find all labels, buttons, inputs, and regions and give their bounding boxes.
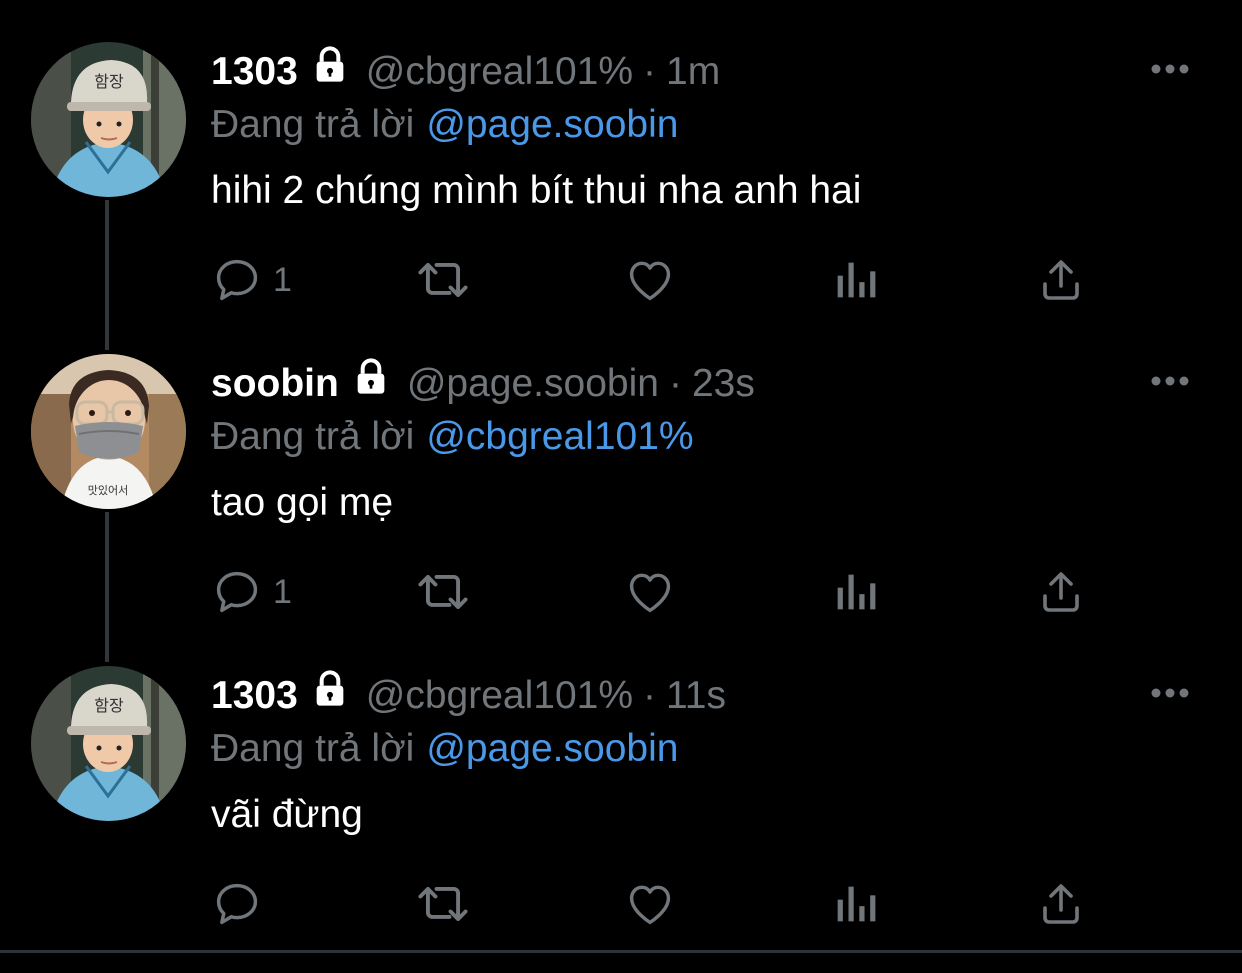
replying-to: Đang trả lời @page.soobin xyxy=(211,724,1222,774)
lock-icon xyxy=(310,45,350,95)
separator-dot: · xyxy=(643,50,657,93)
more-icon[interactable] xyxy=(1150,374,1190,393)
more-icon[interactable] xyxy=(1150,62,1190,81)
share-button[interactable] xyxy=(1037,874,1085,934)
retweet-icon xyxy=(418,262,468,298)
share-icon xyxy=(1043,260,1079,300)
avatar[interactable]: 함장 xyxy=(31,42,186,197)
tweet-text: hihi 2 chúng mình bít thui nha anh hai xyxy=(211,169,862,212)
tweet-text: tao gọi mẹ xyxy=(211,481,394,524)
share-icon xyxy=(1043,884,1079,924)
share-icon xyxy=(1043,572,1079,612)
reply-count: 1 xyxy=(273,572,292,611)
separator-dot: · xyxy=(643,674,657,717)
analytics-icon xyxy=(837,262,876,298)
retweet-button[interactable] xyxy=(415,874,471,934)
reply-button[interactable]: 1 xyxy=(211,250,292,310)
replying-to: Đang trả lời @page.soobin xyxy=(211,100,1222,150)
tweet-header: soobin @page.soobin · 23s xyxy=(211,356,1222,412)
tweet-thread: 함장 1303 @cbgreal101% · 1m Đang trả lời @… xyxy=(0,0,1242,973)
heart-icon xyxy=(629,885,671,925)
retweet-icon xyxy=(418,886,468,922)
like-button[interactable] xyxy=(624,250,676,310)
avatar[interactable]: 맛있어서 xyxy=(31,354,186,509)
replying-to-label: Đang trả lời xyxy=(211,103,415,146)
like-button[interactable] xyxy=(624,562,676,622)
tweet[interactable]: 맛있어서 soobin @page.soobin · 23s Đang trả … xyxy=(0,312,1242,624)
svg-text:함장: 함장 xyxy=(94,696,124,715)
retweet-button[interactable] xyxy=(415,562,471,622)
heart-icon xyxy=(629,573,671,613)
tweet[interactable]: 함장 1303 @cbgreal101% · 11s Đang trả lời … xyxy=(0,624,1242,936)
tweet-actions: 1 xyxy=(211,562,1111,622)
views-button[interactable] xyxy=(833,874,877,934)
display-name[interactable]: 1303 xyxy=(211,50,298,94)
replying-to-link[interactable]: @page.soobin xyxy=(426,103,678,147)
more-icon[interactable] xyxy=(1150,686,1190,705)
views-button[interactable] xyxy=(833,562,877,622)
display-name[interactable]: soobin xyxy=(211,362,339,406)
replying-to: Đang trả lời @cbgreal101% xyxy=(211,412,1222,462)
reply-icon xyxy=(216,259,258,301)
lock-icon xyxy=(351,357,391,407)
tweet-timestamp[interactable]: 23s xyxy=(692,362,755,406)
reply-count: 1 xyxy=(273,260,292,299)
lock-icon xyxy=(310,669,350,719)
retweet-icon xyxy=(418,574,468,610)
tweet-actions xyxy=(211,874,1111,934)
svg-text:맛있어서: 맛있어서 xyxy=(88,484,128,497)
analytics-icon xyxy=(837,574,876,610)
tweet-header: 1303 @cbgreal101% · 1m xyxy=(211,44,1222,100)
svg-text:함장: 함장 xyxy=(94,72,124,91)
reply-button[interactable] xyxy=(211,874,273,934)
reply-icon xyxy=(216,571,258,613)
display-name[interactable]: 1303 xyxy=(211,674,298,718)
separator-dot: · xyxy=(668,362,682,405)
retweet-button[interactable] xyxy=(415,250,471,310)
reply-button[interactable]: 1 xyxy=(211,562,292,622)
share-button[interactable] xyxy=(1037,250,1085,310)
divider xyxy=(0,950,1242,953)
replying-to-label: Đang trả lời xyxy=(211,415,415,458)
replying-to-link[interactable]: @page.soobin xyxy=(426,727,678,771)
share-button[interactable] xyxy=(1037,562,1085,622)
user-handle[interactable]: @cbgreal101% xyxy=(366,674,633,718)
user-handle[interactable]: @cbgreal101% xyxy=(366,50,633,94)
tweet-header: 1303 @cbgreal101% · 11s xyxy=(211,668,1222,724)
tweet-text: vãi đừng xyxy=(211,793,363,836)
tweet-timestamp[interactable]: 11s xyxy=(666,674,726,718)
like-button[interactable] xyxy=(624,874,676,934)
heart-icon xyxy=(629,261,671,301)
tweet-actions: 1 xyxy=(211,250,1111,310)
replying-to-label: Đang trả lời xyxy=(211,727,415,770)
tweet-timestamp[interactable]: 1m xyxy=(666,50,720,94)
reply-icon xyxy=(216,883,258,925)
avatar[interactable]: 함장 xyxy=(31,666,186,821)
analytics-icon xyxy=(837,886,876,922)
views-button[interactable] xyxy=(833,250,877,310)
replying-to-link[interactable]: @cbgreal101% xyxy=(426,415,693,459)
user-handle[interactable]: @page.soobin xyxy=(407,362,659,406)
tweet[interactable]: 함장 1303 @cbgreal101% · 1m Đang trả lời @… xyxy=(0,0,1242,312)
